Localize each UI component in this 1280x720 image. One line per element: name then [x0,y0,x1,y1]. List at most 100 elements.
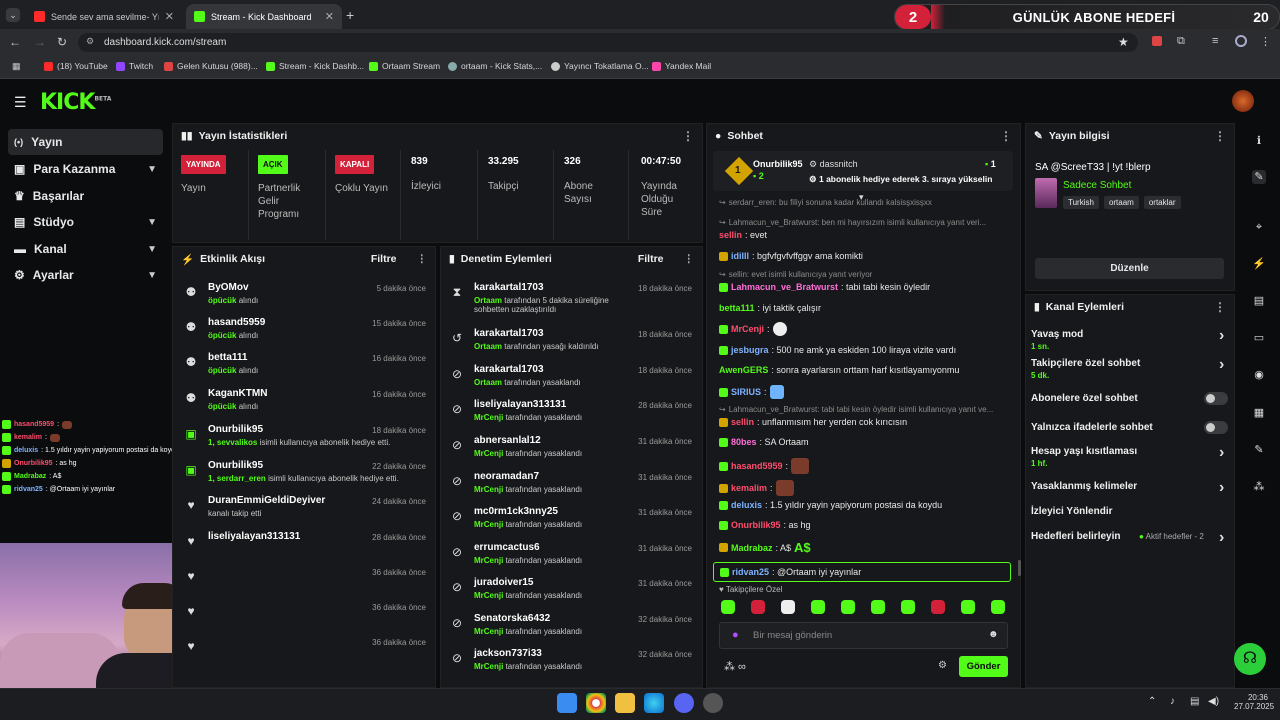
chevron-down-icon: ▼ [147,243,157,255]
forward-icon[interactable]: → [34,35,46,49]
media-icon[interactable]: ≡ [1212,35,1218,47]
new-tab-button[interactable]: + [346,7,354,23]
filter-button[interactable]: Filtre [371,253,397,265]
nav-item-basarilar[interactable]: ♛ Başarılar [8,183,163,209]
toggle-switch[interactable] [1204,421,1228,434]
lightning-icon[interactable]: ⚡ [1252,257,1266,271]
reload-icon[interactable]: ↻ [57,35,67,49]
ban-icon: ⊘ [451,402,463,416]
nav-item-yayin[interactable]: (•) Yayın [8,129,163,155]
chat-scrollbar[interactable] [1018,560,1021,576]
emote-icon[interactable] [721,600,735,614]
channel-action-item[interactable]: Yavaş mod 1 sn. › [1031,327,1231,351]
windows-start-icon[interactable] [557,693,577,713]
more-options-icon[interactable]: ⋮ [1214,300,1226,314]
volume-icon[interactable]: ◀) [1208,696,1219,707]
chat-input[interactable]: ● Bir mesaj gönderin ☻ [719,622,1008,649]
apps-grid-icon[interactable]: ▦ [12,61,21,72]
chat-icon[interactable]: ▭ [1252,331,1266,345]
stream-category[interactable]: Sadece Sohbet [1063,180,1131,191]
tab-search-icon[interactable]: ⌄ [6,8,20,22]
microphone-icon[interactable]: ♪ [1170,696,1175,707]
more-options-icon[interactable]: ⋮ [684,253,695,265]
document-icon[interactable]: ▤ [1252,294,1266,308]
more-options-icon[interactable]: ⋮ [417,253,428,265]
chat-settings-icon[interactable]: ⚙ [938,660,947,671]
profile-avatar[interactable] [1235,35,1247,47]
url-input[interactable]: dashboard.kick.com/stream [78,33,1138,52]
emote-icon[interactable] [841,600,855,614]
emote-icon[interactable] [751,600,765,614]
bookmark-ortaam-stream[interactable]: Ortaam Stream [369,61,440,71]
support-headset-icon[interactable]: ☊ [1234,643,1266,675]
nav-item-para-kazanma[interactable]: ▣ Para Kazanma ▼ [8,156,163,182]
bookmark-star-icon[interactable]: ★ [1118,35,1129,49]
file-explorer-icon[interactable] [615,693,635,713]
edge-icon[interactable] [644,693,664,713]
bookmark-yandex-mail[interactable]: Yandex Mail [652,61,711,71]
edit-button[interactable]: Düzenle [1035,258,1224,279]
emote-icon[interactable] [871,600,885,614]
browser-tab-kick[interactable]: Stream - Kick Dashboard ✕ [186,4,342,29]
channel-action-item[interactable]: Yasaklanmış kelimeler › [1031,479,1231,496]
info-icon[interactable]: ℹ [1252,134,1266,148]
toggle-switch[interactable] [1204,392,1228,405]
emote-icon[interactable] [901,600,915,614]
bookmark-youtube[interactable]: (18) YouTube [44,61,108,71]
camera-icon[interactable]: ⌖ [1252,220,1266,234]
grid-icon[interactable]: ▦ [1252,406,1266,420]
emote-icon[interactable] [991,600,1005,614]
user-avatar[interactable] [1232,90,1254,112]
bookmark-twitch[interactable]: Twitch [116,61,153,71]
browser-tab-youtube[interactable]: Sende sev ama sevilme- Yıldız T ✕ [26,4,182,29]
emote-icon[interactable] [811,600,825,614]
bookmark-kick-stats[interactable]: ortaam - Kick Stats,... [448,61,542,71]
emote-icon[interactable] [931,600,945,614]
edit-icon[interactable]: ✎ [1252,170,1266,184]
send-button[interactable]: Gönder [959,656,1008,677]
more-options-icon[interactable]: ⋮ [1000,129,1012,143]
network-icon[interactable]: ▤ [1190,696,1199,707]
bookmark-gmail[interactable]: Gelen Kutusu (988)... [164,61,258,71]
mic-icon[interactable]: ● [732,629,739,641]
channel-action-item[interactable]: Abonelere özel sohbet [1031,393,1231,404]
nav-item-kanal[interactable]: ▬ Kanal ▼ [8,236,163,262]
channel-action-item[interactable]: Hedefleri belirleyin › ● Aktif hedefler - … [1031,529,1231,546]
site-info-icon[interactable]: ⚙ [86,36,94,47]
more-options-icon[interactable]: ⋮ [1214,129,1226,143]
chrome-icon[interactable] [586,693,606,713]
close-icon[interactable]: ✕ [325,10,334,23]
points-icon[interactable]: ⁂ ∞ [724,660,746,673]
channel-action-item[interactable]: Takipçilere özel sohbet 5 dk. › [1031,356,1231,380]
extension-icon[interactable] [1152,36,1162,46]
broadcast-icon[interactable]: ◉ [1252,368,1266,382]
channel-action-item[interactable]: İzleyici Yönlendir [1031,506,1231,517]
browser-menu-icon[interactable]: ⋮ [1260,35,1271,48]
more-options-icon[interactable]: ⋮ [682,129,694,143]
channel-action-value: 1 hf. [1031,459,1048,468]
hamburger-menu-icon[interactable]: ☰ [14,94,27,111]
settings-icon[interactable]: ⁂ [1252,480,1266,494]
discord-icon[interactable] [674,693,694,713]
nav-item-studyo[interactable]: ▤ Stüdyo ▼ [8,209,163,235]
clock[interactable]: 20:36 27.07.2025 [1234,693,1274,711]
channel-action-item[interactable]: Yalnızca ifadelerle sohbet [1031,422,1231,433]
nav-item-ayarlar[interactable]: ⚙ Ayarlar ▼ [8,262,163,288]
channel-action-item[interactable]: Hesap yaşı kısıtlaması 1 hf. › [1031,444,1231,468]
filter-button[interactable]: Filtre [638,253,664,265]
wrench-icon[interactable]: ✎ [1252,443,1266,457]
back-icon[interactable]: ← [9,35,21,49]
tray-chevron-icon[interactable]: ⌃ [1148,696,1156,707]
bookmark-tokatlama[interactable]: Yayıncı Tokatlama O... [551,61,649,71]
bookmark-kick-dashboard[interactable]: Stream - Kick Dashb... [266,61,364,71]
close-icon[interactable]: ✕ [165,10,174,23]
obs-icon[interactable] [703,693,723,713]
activity-name: KaganKTMN [208,388,268,399]
emoji-icon[interactable]: ☻ [988,629,999,640]
kick-logo[interactable]: KICKBETA [40,90,111,115]
gift-cta[interactable]: ⚙ 1 abonelik hediye ederek 3. sıraya yük… [809,174,992,185]
extensions-puzzle-icon[interactable]: ⧉ [1177,35,1185,48]
emote-icon[interactable] [961,600,975,614]
activity-rest: isimli kullanıcıya abonelik hediye etti. [268,474,399,483]
emote-icon[interactable] [781,600,795,614]
